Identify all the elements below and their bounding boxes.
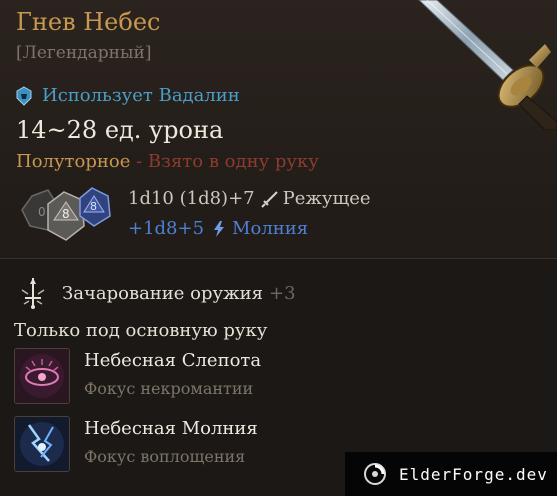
sword-enchant-icon (21, 278, 45, 309)
damage-line-slashing-type: Режущее (282, 188, 371, 209)
item-tooltip: Гнев Небес [Легендарный] Использует Вада… (0, 0, 557, 496)
enchantment-bonus: +3 (269, 282, 296, 304)
weapon-handling-separator: - (130, 151, 148, 172)
spell-name: Небесная Молния (84, 418, 258, 439)
dice-icon-group: 0 8 8 (21, 187, 111, 241)
weapon-type: Полуторное (16, 151, 131, 172)
item-user-label: Использует Вадалин (42, 85, 240, 106)
die-d8-grey-icon: 8 (47, 191, 85, 241)
damage-line-slashing: 1d10 (1d8)+7 Режущее (128, 188, 371, 209)
restriction-text: Только под основную руку (14, 320, 268, 341)
die-2-face: 8 (62, 207, 70, 221)
damage-line-slashing-value: 1d10 (1d8)+7 (128, 188, 255, 209)
damage-line-lightning-value: +1d8+5 (128, 218, 205, 239)
enchantment-name: Зачарование оружия (62, 282, 264, 304)
item-rarity: [Легендарный] (16, 43, 152, 63)
dagger-icon (260, 190, 278, 208)
eye-spell-icon (14, 348, 70, 404)
enchantment-row: Зачарование оружия +3 (16, 276, 296, 310)
item-user-row: Использует Вадалин (14, 85, 240, 106)
spell-school: Фокус воплощения (84, 447, 246, 466)
lightning-icon (214, 220, 225, 237)
spell-row: Небесная Молния Фокус воплощения (14, 416, 258, 472)
damage-range: 14~28 ед. урона (16, 116, 224, 144)
spell-name: Небесная Слепота (84, 350, 262, 371)
helmet-icon (16, 85, 32, 106)
item-title: Гнев Небес (16, 8, 161, 36)
weapon-handling-desc: Взято в одну руку (147, 151, 319, 172)
spell-row: Небесная Слепота Фокус некромантии (14, 348, 261, 404)
sword-artwork (418, 0, 557, 130)
watermark-banner: ElderForge.dev (345, 452, 557, 496)
watermark-text: ElderForge.dev (399, 464, 548, 484)
die-3-face: 8 (90, 200, 97, 213)
die-1-face: 0 (38, 205, 46, 219)
damage-line-lightning: +1d8+5 Молния (128, 218, 308, 239)
weapon-handling: Полуторное - Взято в одну руку (16, 151, 319, 172)
die-d8-blue-icon: 8 (79, 187, 111, 227)
swirl-logo-icon (364, 463, 386, 485)
damage-line-lightning-type: Молния (232, 218, 309, 239)
lightning-spell-icon (14, 416, 70, 472)
spell-school: Фокус некромантии (84, 379, 254, 398)
